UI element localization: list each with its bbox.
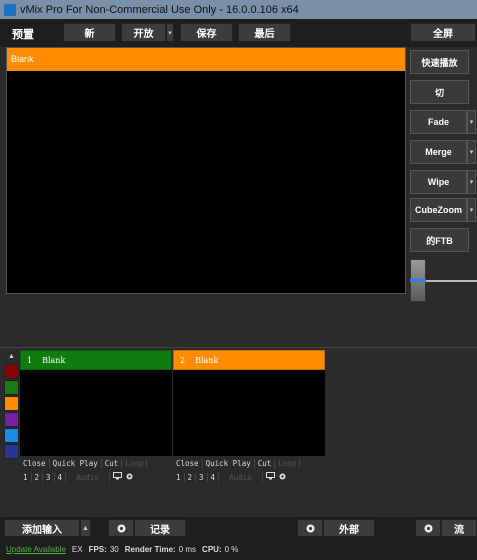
input-1-quick-play-button[interactable]: Quick Play <box>50 458 102 468</box>
monitor-icon[interactable] <box>263 472 275 482</box>
input-2-cut-button[interactable]: Cut <box>255 458 276 468</box>
quick-play-button[interactable]: 快速播放 <box>410 50 469 74</box>
external-settings-gear-icon[interactable] <box>297 519 323 537</box>
new-button[interactable]: 新 <box>63 23 116 42</box>
fullscreen-button[interactable]: 全屏 <box>410 23 476 42</box>
input-2-slot-3[interactable]: 3 <box>196 472 208 482</box>
input-2-header[interactable]: 2 Blank <box>173 350 325 370</box>
cubezoom-button[interactable]: CubeZoom <box>410 198 467 222</box>
t-bar-indicator <box>410 279 426 282</box>
recent-button[interactable]: 最后 <box>238 23 291 42</box>
input-1-slot-2[interactable]: 2 <box>32 472 44 482</box>
render-time-label: Render Time: <box>124 545 176 554</box>
color-tag-navy[interactable] <box>4 444 19 459</box>
merge-dropdown-icon[interactable]: ▾ <box>467 140 476 164</box>
add-input-dropdown-icon[interactable]: ▲ <box>80 519 91 537</box>
bottom-toolbar: 添加输入 ▲ 记录 外部 流 <box>0 517 477 539</box>
input-1-slot-3[interactable]: 3 <box>43 472 55 482</box>
input-1-audio-button[interactable]: Audio <box>66 472 110 482</box>
t-bar-track <box>424 280 477 282</box>
monitor-icon[interactable] <box>110 472 122 482</box>
input-1-slot-1[interactable]: 1 <box>20 472 32 482</box>
preview-title: Blank <box>7 48 405 71</box>
input-2-slot-2[interactable]: 2 <box>185 472 197 482</box>
update-available-link[interactable]: Update Available <box>6 545 66 554</box>
save-button[interactable]: 保存 <box>180 23 233 42</box>
window-title: vMix Pro For Non-Commercial Use Only - 1… <box>20 3 299 16</box>
gear-icon[interactable] <box>122 472 134 483</box>
fps-label: FPS: <box>88 545 107 554</box>
input-2-close-button[interactable]: Close <box>173 458 203 468</box>
divider <box>0 347 477 348</box>
input-1-title: Blank <box>42 355 66 365</box>
input-2-preview[interactable] <box>173 370 325 456</box>
input-1-cut-button[interactable]: Cut <box>102 458 123 468</box>
color-tag-filter: ▲ <box>4 350 19 460</box>
color-tag-red[interactable] <box>4 364 19 379</box>
input-1-number: 1 <box>27 355 33 365</box>
record-button[interactable]: 记录 <box>134 519 186 537</box>
stream-settings-gear-icon[interactable] <box>415 519 441 537</box>
input-tile-2[interactable]: 2 Blank Close Quick Play Cut Loop 1 2 3 … <box>173 350 325 485</box>
cut-button[interactable]: 切 <box>410 80 469 104</box>
ex-label: EX <box>71 545 83 554</box>
fade-button[interactable]: Fade <box>410 110 467 134</box>
input-2-number: 2 <box>180 355 186 365</box>
input-1-slots: 1 2 3 4 Audio <box>20 470 172 484</box>
input-2-audio-button[interactable]: Audio <box>219 472 263 482</box>
wipe-button[interactable]: Wipe <box>410 170 467 194</box>
top-toolbar: 预置 新 开放 ▾ 保存 最后 全屏 <box>0 19 477 47</box>
ftb-button[interactable]: 的FTB <box>410 228 469 252</box>
merge-button[interactable]: Merge <box>410 140 467 164</box>
cpu-label: CPU: <box>202 545 222 554</box>
input-1-preview[interactable] <box>20 370 172 456</box>
open-button[interactable]: 开放 <box>121 23 166 42</box>
input-2-slots: 1 2 3 4 Audio <box>173 470 325 484</box>
input-1-slot-4[interactable]: 4 <box>55 472 67 482</box>
title-bar: vMix Pro For Non-Commercial Use Only - 1… <box>0 0 477 19</box>
open-dropdown-icon[interactable]: ▾ <box>166 23 174 42</box>
add-input-button[interactable]: 添加输入 <box>4 519 80 537</box>
preview-window[interactable]: Blank <box>6 47 406 294</box>
color-tag-purple[interactable] <box>4 412 19 427</box>
input-2-slot-1[interactable]: 1 <box>173 472 185 482</box>
input-2-controls: Close Quick Play Cut Loop <box>173 456 325 470</box>
input-1-header[interactable]: 1 Blank <box>20 350 172 370</box>
tag-collapse-icon[interactable]: ▲ <box>4 350 19 364</box>
cpu-value: 0 % <box>224 545 239 554</box>
status-bar: Update Available EX FPS: 30 Render Time:… <box>0 539 477 560</box>
input-2-title: Blank <box>195 355 219 365</box>
input-2-loop-button[interactable]: Loop <box>275 458 301 468</box>
color-tag-orange[interactable] <box>4 396 19 411</box>
vmix-app-icon <box>4 3 16 16</box>
gear-icon[interactable] <box>275 472 287 483</box>
wipe-dropdown-icon[interactable]: ▾ <box>467 170 476 194</box>
color-tag-blue[interactable] <box>4 428 19 443</box>
input-1-loop-button[interactable]: Loop <box>122 458 148 468</box>
input-1-close-button[interactable]: Close <box>20 458 50 468</box>
render-time-value: 0 ms <box>178 545 197 554</box>
stream-button[interactable]: 流 <box>441 519 477 537</box>
fade-dropdown-icon[interactable]: ▾ <box>467 110 476 134</box>
preset-label[interactable]: 预置 <box>12 26 34 42</box>
record-settings-gear-icon[interactable] <box>108 519 134 537</box>
input-2-quick-play-button[interactable]: Quick Play <box>203 458 255 468</box>
fps-value: 30 <box>109 545 119 554</box>
external-button[interactable]: 外部 <box>323 519 375 537</box>
input-tile-1[interactable]: 1 Blank Close Quick Play Cut Loop 1 2 3 … <box>20 350 172 485</box>
input-1-controls: Close Quick Play Cut Loop <box>20 456 172 470</box>
input-2-slot-4[interactable]: 4 <box>208 472 220 482</box>
color-tag-green[interactable] <box>4 380 19 395</box>
cubezoom-dropdown-icon[interactable]: ▾ <box>467 198 476 222</box>
